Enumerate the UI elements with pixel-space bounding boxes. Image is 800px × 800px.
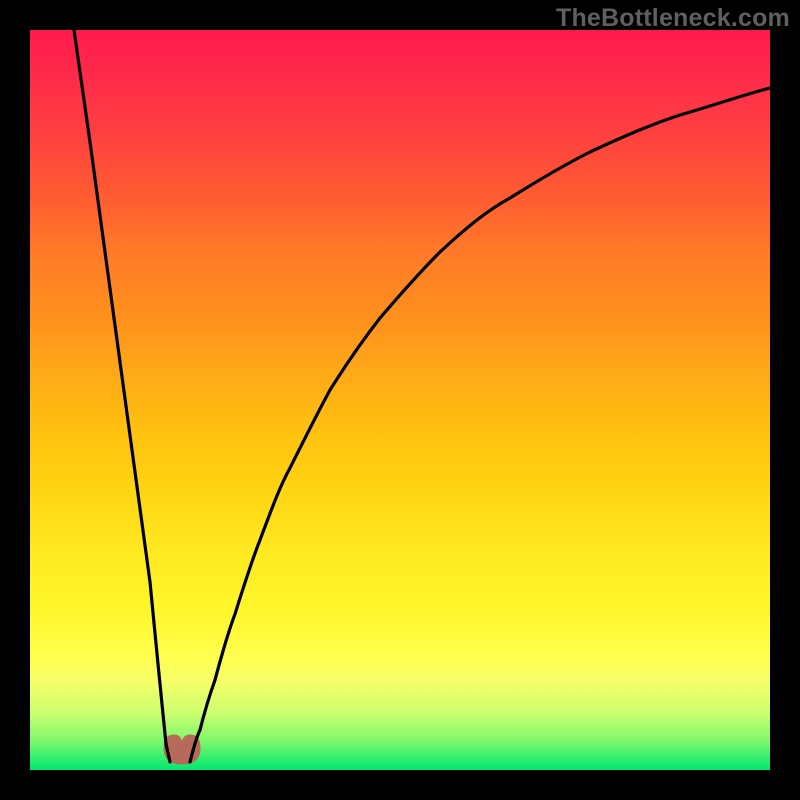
curve-layer (30, 30, 770, 770)
plot-area (30, 30, 770, 770)
right-branch (190, 88, 770, 762)
brand-watermark: TheBottleneck.com (556, 4, 790, 33)
left-branch (74, 30, 170, 762)
chart-frame: TheBottleneck.com (0, 0, 800, 800)
